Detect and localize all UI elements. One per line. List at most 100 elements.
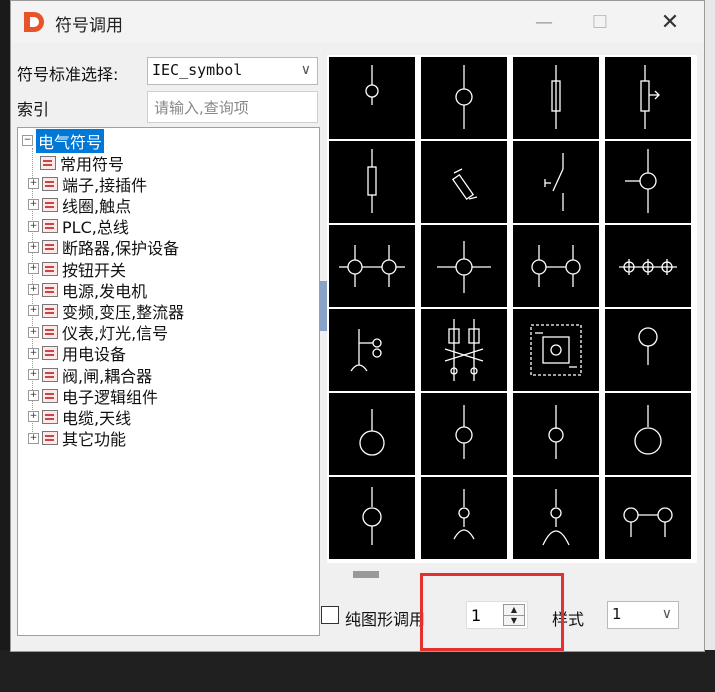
electrical-symbol-icon xyxy=(640,65,660,129)
folder-book-icon xyxy=(42,325,58,340)
electrical-symbol-icon xyxy=(444,319,484,381)
annotation-highlight-box xyxy=(420,573,564,651)
tree-item[interactable]: + 阀,闸,耦合器 xyxy=(28,364,152,386)
expand-icon[interactable]: + xyxy=(28,241,39,253)
pure-graphic-checkbox[interactable] xyxy=(321,606,339,624)
electrical-symbol-icon xyxy=(367,149,377,213)
symbol-17-cell[interactable] xyxy=(329,393,415,475)
expand-icon[interactable]: + xyxy=(28,284,39,296)
tree-item[interactable]: + 按钮开关 xyxy=(28,258,126,280)
electrical-symbol-icon xyxy=(362,487,382,545)
index-label: 索引 xyxy=(17,100,50,119)
expand-icon[interactable]: + xyxy=(28,263,39,274)
symbol-23-cell[interactable] xyxy=(513,477,599,559)
electrical-symbol-icon xyxy=(619,259,677,275)
symbol-4-cell[interactable] xyxy=(605,57,691,139)
pure-graphic-label: 纯图形调用 xyxy=(345,610,426,629)
tree-root-label: 电气符号 xyxy=(36,128,105,153)
expand-icon[interactable]: + xyxy=(28,411,39,423)
electrical-symbol-icon xyxy=(531,245,581,287)
search-input[interactable]: 请输入,查询项 xyxy=(147,91,318,123)
electrical-symbol-icon xyxy=(638,327,658,365)
chevron-down-icon: ∨ xyxy=(661,606,672,622)
electrical-symbol-icon xyxy=(359,409,385,456)
folder-book-icon xyxy=(42,219,58,234)
tree-item[interactable]: + 电缆,天线 xyxy=(28,406,131,428)
symbol-2-cell[interactable] xyxy=(421,57,507,139)
expand-icon[interactable]: + xyxy=(28,220,39,232)
electrical-symbol-icon xyxy=(551,65,561,129)
maximize-icon: ☐ xyxy=(591,11,609,33)
tree-item[interactable]: + 端子,接插件 xyxy=(28,173,147,195)
tree-item[interactable]: + 仪表,灯光,信号 xyxy=(28,322,168,343)
symbol-8-cell[interactable] xyxy=(605,141,691,223)
symbol-12-cell[interactable] xyxy=(605,225,691,307)
collapse-icon: − xyxy=(22,135,33,146)
symbol-18-cell[interactable] xyxy=(421,393,507,475)
folder-book-icon xyxy=(42,240,58,255)
style-value: 1 xyxy=(612,605,622,623)
symbol-11-cell[interactable] xyxy=(513,225,599,307)
folder-book-icon xyxy=(42,388,58,403)
minimize-icon: — xyxy=(535,11,553,33)
folder-book-icon xyxy=(42,197,58,212)
expand-icon[interactable]: + xyxy=(28,390,39,402)
tree-item[interactable]: + 断路器,保护设备 xyxy=(28,237,179,258)
electrical-symbol-icon xyxy=(623,507,673,537)
tree-root[interactable]: − 电气符号 xyxy=(22,128,105,153)
electrical-symbol-icon xyxy=(350,329,382,372)
symbol-category-tree[interactable]: − 电气符号 常用符号 + 端子,接插件 + 线圈,触点 + PLC,总线 + 断路器,保护设备… xyxy=(17,127,320,636)
symbol-19-cell[interactable] xyxy=(513,393,599,475)
folder-book-icon xyxy=(42,431,58,446)
horizontal-scrollbar[interactable] xyxy=(353,571,379,578)
symbol-call-dialog: 符号调用 — ☐ ✕ 符号标准选择: IEC_symbol ∨ 索引 请输入,查… xyxy=(10,0,705,652)
minimize-button[interactable]: — xyxy=(521,1,567,43)
symbol-20-cell[interactable] xyxy=(605,393,691,475)
tree-item-label: 其它功能 xyxy=(62,430,127,450)
expand-icon[interactable]: + xyxy=(28,432,39,444)
symbol-13-cell[interactable] xyxy=(329,309,415,391)
tree-item[interactable]: + 其它功能 xyxy=(28,428,126,449)
tree-item[interactable]: + 变频,变压,整流器 xyxy=(28,300,184,322)
expand-icon[interactable]: + xyxy=(28,326,39,338)
expand-icon[interactable]: + xyxy=(28,347,39,359)
symbol-1-cell[interactable] xyxy=(329,57,415,139)
tree-item[interactable]: + 电子逻辑组件 xyxy=(28,385,158,407)
symbol-9-cell[interactable] xyxy=(329,225,415,307)
electrical-symbol-icon xyxy=(544,153,564,211)
symbol-3-cell[interactable] xyxy=(513,57,599,139)
expand-icon[interactable]: + xyxy=(28,305,39,317)
electrical-symbol-icon xyxy=(634,405,662,455)
symbol-14-cell[interactable] xyxy=(421,309,507,391)
electrical-symbol-icon xyxy=(365,65,379,105)
maximize-button[interactable]: ☐ xyxy=(577,1,623,43)
tree-item[interactable]: 常用符号 xyxy=(40,152,124,174)
expand-icon[interactable]: + xyxy=(28,369,39,380)
tree-item[interactable]: + 用电设备 xyxy=(28,343,126,364)
symbol-5-cell[interactable] xyxy=(329,141,415,223)
electrical-symbol-icon xyxy=(455,65,473,129)
folder-book-icon xyxy=(42,346,58,361)
search-placeholder: 请输入,查询项 xyxy=(154,99,249,117)
symbol-15-cell[interactable] xyxy=(513,309,599,391)
symbol-21-cell[interactable] xyxy=(329,477,415,559)
tree-item[interactable]: + 电源,发电机 xyxy=(28,279,147,301)
expand-icon[interactable]: + xyxy=(28,178,39,190)
symbol-22-cell[interactable] xyxy=(421,477,507,559)
electrical-symbol-icon xyxy=(339,245,405,287)
symbol-16-cell[interactable] xyxy=(605,309,691,391)
standard-label: 符号标准选择: xyxy=(17,65,119,84)
standard-select[interactable]: IEC_symbol ∨ xyxy=(147,57,318,85)
panel-splitter[interactable] xyxy=(320,281,327,331)
electrical-symbol-icon xyxy=(530,324,582,376)
tree-item[interactable]: + 线圈,触点 xyxy=(28,194,131,216)
symbol-10-cell[interactable] xyxy=(421,225,507,307)
close-button[interactable]: ✕ xyxy=(647,1,693,43)
style-select[interactable]: 1 ∨ xyxy=(607,601,679,629)
electrical-symbol-icon xyxy=(625,149,657,213)
expand-icon[interactable]: + xyxy=(28,199,39,211)
symbol-6-cell[interactable] xyxy=(421,141,507,223)
tree-item[interactable]: + PLC,总线 xyxy=(28,216,129,237)
symbol-24-cell[interactable] xyxy=(605,477,691,559)
symbol-7-cell[interactable] xyxy=(513,141,599,223)
